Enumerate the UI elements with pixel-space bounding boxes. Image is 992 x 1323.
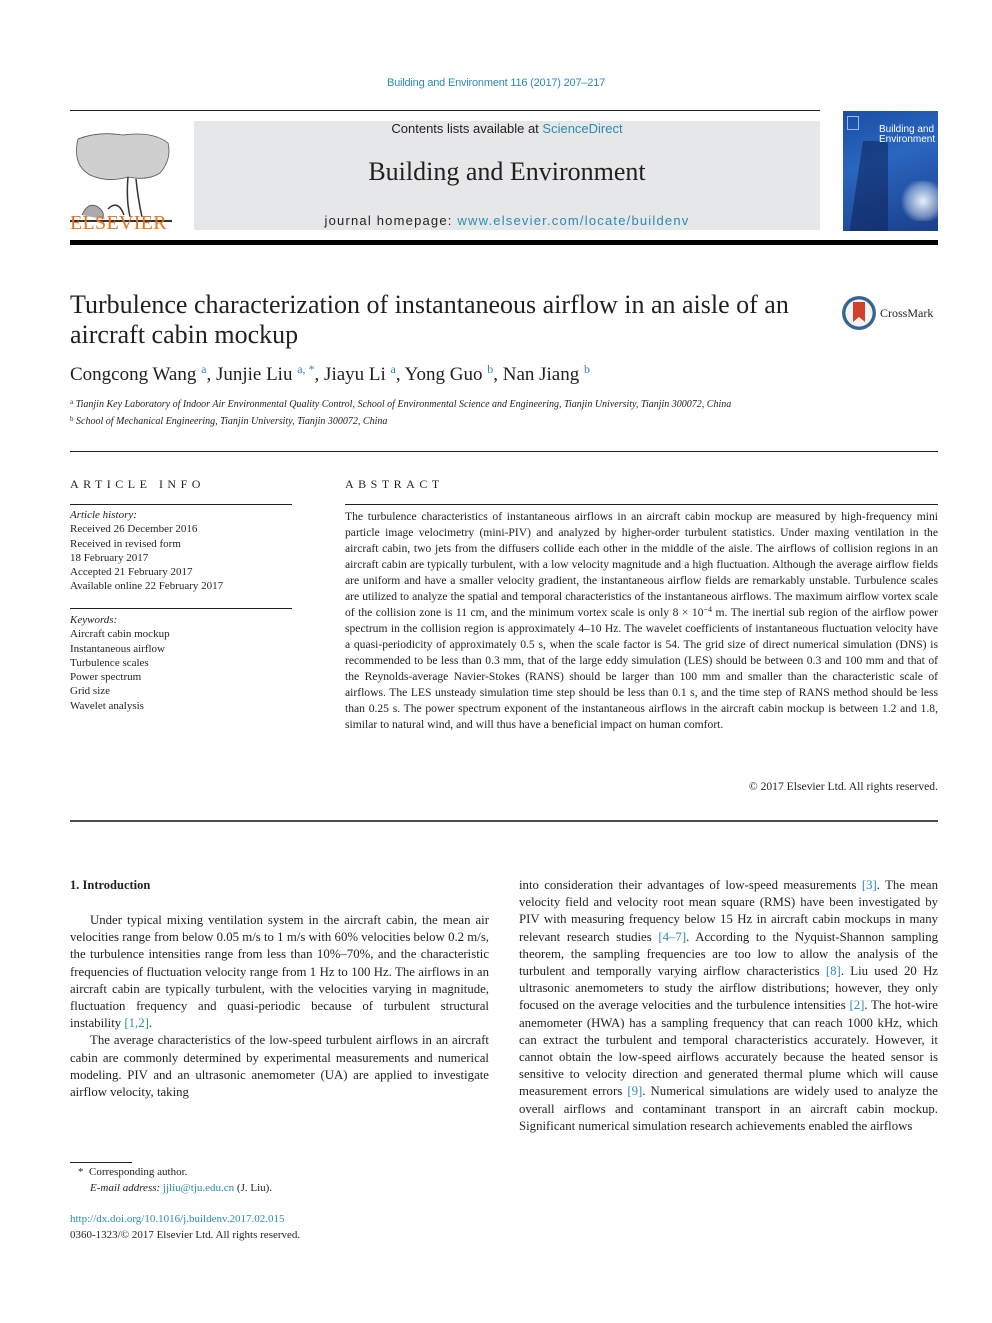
paragraph-text: The average characteristics of the low-s… (70, 1033, 489, 1100)
abstract-rule (345, 504, 938, 505)
article-info-rule (70, 608, 292, 609)
author-name[interactable]: Congcong Wang (70, 364, 196, 385)
sciencedirect-link[interactable]: ScienceDirect (542, 121, 622, 136)
author-affiliation-marker[interactable]: b (487, 362, 493, 376)
affiliation-item: b School of Mechanical Engineering, Tian… (70, 412, 830, 429)
elsevier-wordmark: ELSEVIER (70, 212, 167, 234)
doi-block: http://dx.doi.org/10.1016/j.buildenv.201… (70, 1211, 300, 1243)
affiliation-text: School of Mechanical Engineering, Tianji… (76, 416, 388, 427)
history-item: Accepted 21 February 2017 (70, 566, 193, 579)
history-item: Available online 22 February 2017 (70, 580, 224, 593)
citation-link[interactable]: [8] (826, 964, 841, 978)
citation-link[interactable]: [1,2] (124, 1016, 149, 1030)
journal-homepage-line: journal homepage: www.elsevier.com/locat… (194, 213, 820, 228)
abstract-part: The turbulence characteristics of instan… (345, 510, 938, 619)
keywords-label: Keywords: (70, 614, 118, 626)
citation-link[interactable]: [9] (627, 1084, 642, 1098)
cover-elsevier-logo-icon (847, 116, 859, 130)
affiliation-marker: b (70, 415, 74, 423)
affiliation-item: a Tianjin Key Laboratory of Indoor Air E… (70, 395, 830, 412)
history-item: Received 26 December 2016 (70, 523, 198, 536)
paragraph: into consideration their advantages of l… (519, 877, 938, 1135)
body-column-right: into consideration their advantages of l… (519, 877, 938, 1135)
author-name[interactable]: Jiayu Li (324, 364, 386, 385)
cover-title-line2: Environment (879, 134, 936, 145)
contents-line: Contents lists available at ScienceDirec… (194, 121, 820, 136)
paragraph-text: into consideration their advantages of l… (519, 878, 862, 892)
history-item: Received in revised form (70, 537, 181, 550)
affiliation-marker: a (70, 398, 74, 406)
corresponding-author-note: * Corresponding author. (78, 1165, 272, 1181)
author-name[interactable]: Junjie Liu (216, 364, 293, 385)
article-history-label: Article history: (70, 509, 137, 521)
journal-citation-link[interactable]: Building and Environment 116 (2017) 207–… (0, 77, 992, 89)
affiliation-text: Tianjin Key Laboratory of Indoor Air Env… (75, 399, 732, 410)
introduction-heading: 1. Introduction (70, 878, 151, 892)
homepage-prefix: journal homepage: (324, 213, 458, 228)
cover-cloud-graphic (898, 181, 938, 221)
crossmark-button[interactable]: CrossMark (842, 296, 938, 336)
doi-link[interactable]: http://dx.doi.org/10.1016/j.buildenv.201… (70, 1213, 285, 1225)
cover-title: Building and Environment (879, 125, 935, 145)
article-info-rule (70, 504, 292, 505)
email-suffix: (J. Liu). (234, 1181, 273, 1194)
affiliations: a Tianjin Key Laboratory of Indoor Air E… (70, 395, 830, 429)
citation-link[interactable]: [2] (849, 998, 864, 1012)
abstract-copyright: © 2017 Elsevier Ltd. All rights reserved… (748, 780, 938, 793)
author-affiliation-marker[interactable]: a, * (297, 362, 314, 376)
keyword-item: Grid size (70, 685, 111, 698)
header-thick-rule (70, 240, 938, 245)
keyword-item: Aircraft cabin mockup (70, 628, 170, 641)
cover-building-graphic (848, 141, 888, 231)
issn-copyright: 0360-1323/© 2017 Elsevier Ltd. All right… (70, 1229, 301, 1241)
email-label: E-mail address: (90, 1181, 161, 1194)
section-divider (70, 451, 938, 452)
contents-prefix: Contents lists available at (391, 121, 543, 136)
keyword-item: Wavelet analysis (70, 699, 144, 712)
crossmark-label: CrossMark (880, 306, 934, 320)
paragraph: Under typical mixing ventilation system … (70, 912, 489, 1032)
paragraph: The average characteristics of the low-s… (70, 1032, 489, 1101)
keywords: Keywords: Aircraft cabin mockup Instanta… (70, 613, 292, 713)
paragraph-text: Under typical mixing ventilation system … (70, 913, 489, 1031)
author-name[interactable]: Yong Guo (405, 364, 483, 385)
abstract-part: m. The inertial sub region of the airflo… (345, 606, 938, 731)
footnote-text: Corresponding author. (89, 1166, 188, 1178)
keyword-item: Turbulence scales (70, 656, 149, 669)
article-info-heading: ARTICLE INFO (70, 477, 205, 491)
article-history: Article history: Received 26 December 20… (70, 508, 292, 594)
author-name[interactable]: Nan Jiang (503, 364, 580, 385)
journal-homepage-link[interactable]: www.elsevier.com/locate/buildenv (457, 213, 689, 228)
abstract-heading: ABSTRACT (345, 477, 444, 491)
journal-cover-image[interactable]: Building and Environment (843, 111, 938, 231)
header-rule (70, 110, 820, 111)
email-note: E-mail address: jjliu@tju.edu.cn (J. Liu… (78, 1181, 272, 1197)
email-link[interactable]: jjliu@tju.edu.cn (163, 1182, 234, 1194)
journal-name: Building and Environment (368, 157, 646, 186)
section-divider (70, 820, 938, 822)
body-column-left: Under typical mixing ventilation system … (70, 912, 489, 1101)
history-item: 18 February 2017 (70, 551, 149, 564)
author-affiliation-marker[interactable]: a (201, 362, 206, 376)
abstract-exponent: −4 (703, 605, 713, 614)
footnote-rule (70, 1162, 132, 1163)
citation-link[interactable]: [4–7] (658, 930, 686, 944)
abstract-text: The turbulence characteristics of instan… (345, 509, 938, 733)
author-list: Congcong Wang a, Junjie Liu a, *, Jiayu … (70, 362, 590, 385)
keyword-item: Power spectrum (70, 671, 142, 684)
author-affiliation-marker[interactable]: b (584, 362, 590, 376)
paragraph-text: . (148, 1016, 153, 1031)
footnote: * Corresponding author. E-mail address: … (78, 1165, 272, 1196)
keyword-item: Instantaneous airflow (70, 642, 165, 655)
article-title: Turbulence characterization of instantan… (70, 290, 789, 349)
citation-link[interactable]: [3] (862, 878, 877, 892)
author-affiliation-marker[interactable]: a (391, 362, 396, 376)
footnote-marker: * (78, 1166, 84, 1178)
